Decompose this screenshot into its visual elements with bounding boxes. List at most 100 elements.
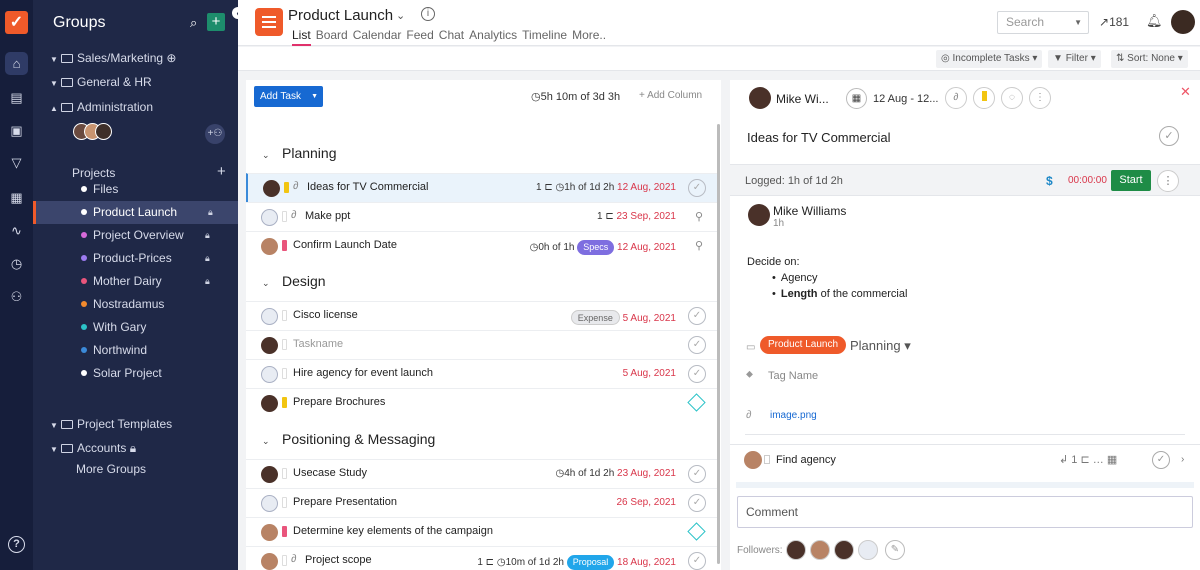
task-name[interactable]: Confirm Launch Date: [293, 239, 397, 251]
task-row[interactable]: ∂ Ideas for TV Commercial 1 ⊏ ◷1h of 1d 2h…: [246, 173, 718, 202]
subtask-name[interactable]: Find agency: [776, 454, 836, 466]
due-date[interactable]: 23 Sep, 2021: [617, 211, 677, 222]
bell-icon[interactable]: 🔔︎: [1146, 13, 1163, 29]
start-timer-button[interactable]: Start: [1111, 170, 1151, 191]
comment-input[interactable]: Comment: [737, 496, 1193, 528]
avatar[interactable]: [261, 366, 278, 383]
task-row[interactable]: Taskname ✓: [246, 330, 718, 359]
task-row[interactable]: Prepare Brochures: [246, 388, 718, 417]
link-icon[interactable]: ⚲: [695, 239, 703, 252]
task-row[interactable]: Confirm Launch Date ◷0h of 1h Specs 12 Au…: [246, 231, 718, 260]
priority-flag-icon[interactable]: [282, 240, 287, 251]
task-name[interactable]: Prepare Presentation: [293, 496, 397, 508]
sidebar-project-item[interactable]: Nostradamus: [33, 293, 238, 316]
group-members[interactable]: [73, 123, 112, 143]
priority-flag-icon[interactable]: [282, 468, 287, 479]
task-name[interactable]: Usecase Study: [293, 467, 367, 479]
subtask-row[interactable]: Find agency ↲ 1 ⊏ … ▦ ✓ ›: [730, 444, 1200, 474]
calendar-icon[interactable]: ▦: [1107, 454, 1117, 466]
task-name[interactable]: Project scope: [305, 554, 372, 566]
complete-check-icon[interactable]: ✓: [1152, 451, 1170, 469]
tab-analytics[interactable]: Analytics: [469, 28, 517, 42]
user-avatar[interactable]: [1171, 10, 1195, 34]
group-accounts[interactable]: ▼ Accounts 🔒︎: [50, 441, 136, 456]
sidebar-project-item[interactable]: Project Overview 🔒︎: [33, 224, 238, 247]
info-icon[interactable]: i: [421, 7, 435, 21]
sidebar-project-item[interactable]: Product Launch 🔒︎: [33, 201, 238, 224]
due-date[interactable]: 12 Aug, 2021: [617, 242, 676, 253]
priority-flag-icon[interactable]: [282, 397, 287, 408]
task-row[interactable]: Cisco license Expense 5 Aug, 2021 ✓: [246, 301, 718, 330]
activity-icon[interactable]: ∿: [5, 219, 28, 242]
close-icon[interactable]: ✕: [1180, 84, 1191, 100]
sidebar-project-item[interactable]: Solar Project: [33, 362, 238, 385]
attachment-link[interactable]: image.png: [770, 410, 817, 421]
avatar[interactable]: [261, 308, 278, 325]
avatar[interactable]: [261, 337, 278, 354]
project-badge[interactable]: Product Launch: [760, 336, 847, 354]
complete-check-icon[interactable]: ✓: [688, 179, 706, 197]
tab-more[interactable]: More..: [572, 28, 606, 42]
sidebar-project-item[interactable]: Product-Prices 🔒︎: [33, 247, 238, 270]
edit-followers-icon[interactable]: ✎: [885, 540, 905, 560]
priority-flag-icon[interactable]: [282, 211, 287, 222]
task-row[interactable]: Prepare Presentation 26 Sep, 2021 ✓: [246, 488, 718, 517]
milestone-icon[interactable]: [687, 393, 706, 412]
group-sales-marketing[interactable]: ▼ Sales/Marketing ⊕: [50, 51, 176, 65]
avatar[interactable]: [263, 180, 280, 197]
avatar[interactable]: [261, 395, 278, 412]
progress-icon[interactable]: ◌: [1001, 87, 1023, 109]
funnel-icon[interactable]: ▽: [5, 151, 28, 174]
tab-calendar[interactable]: Calendar: [353, 28, 402, 42]
task-name[interactable]: Hire agency for event launch: [293, 367, 433, 379]
chevron-right-icon[interactable]: ›: [1181, 454, 1184, 465]
task-tag[interactable]: Proposal: [566, 555, 615, 570]
assignee-name[interactable]: Mike Wi...: [776, 92, 829, 106]
complete-check-icon[interactable]: ✓: [688, 365, 706, 383]
task-description[interactable]: Decide on: Agency Length of the commerci…: [747, 254, 907, 302]
briefcase-icon[interactable]: ▣: [5, 119, 28, 142]
complete-check-icon[interactable]: ✓: [688, 552, 706, 570]
due-date[interactable]: 12 Aug - 12...: [873, 93, 938, 105]
task-row[interactable]: ∂ Make ppt 1 ⊏ 23 Sep, 2021 ⚲: [246, 202, 718, 231]
add-column-button[interactable]: + Add Column: [639, 90, 702, 101]
tab-board[interactable]: Board: [316, 28, 348, 42]
priority-flag-icon[interactable]: [282, 339, 287, 350]
priority-flag-icon[interactable]: [282, 497, 287, 508]
group-general-hr[interactable]: ▼ General & HR: [50, 75, 152, 89]
task-row[interactable]: Usecase Study ◷4h of 1d 2h 23 Aug, 2021 ✓: [246, 459, 718, 488]
task-name[interactable]: Determine key elements of the campaign: [293, 525, 493, 537]
list-icon[interactable]: [255, 8, 283, 36]
due-date[interactable]: 23 Aug, 2021: [617, 468, 676, 479]
link-icon[interactable]: ⚲: [695, 210, 703, 223]
add-group-button[interactable]: +: [207, 13, 225, 31]
help-icon[interactable]: ?: [8, 536, 25, 553]
complete-check-icon[interactable]: ✓: [1159, 126, 1179, 146]
avatar[interactable]: [261, 209, 278, 226]
list-scrollbar[interactable]: [717, 124, 720, 564]
section-header[interactable]: ⌄ Design: [246, 266, 718, 296]
task-row[interactable]: Determine key elements of the campaign: [246, 517, 718, 546]
clock-icon[interactable]: ◷: [5, 252, 28, 275]
chevron-down-icon[interactable]: ⌄: [262, 140, 282, 170]
sidebar-project-item[interactable]: Mother Dairy 🔒︎: [33, 270, 238, 293]
group-project-templates[interactable]: ▼ Project Templates: [50, 417, 172, 431]
task-tag[interactable]: Expense: [570, 310, 620, 325]
avatar[interactable]: [261, 553, 278, 570]
billable-icon[interactable]: $: [1046, 174, 1053, 188]
task-name[interactable]: Taskname: [293, 338, 343, 350]
more-options-icon[interactable]: ⋮: [1157, 170, 1179, 192]
task-tag[interactable]: Specs: [577, 240, 615, 255]
contacts-icon[interactable]: ▦: [5, 186, 28, 209]
tab-feed[interactable]: Feed: [406, 28, 433, 42]
due-date[interactable]: 5 Aug, 2021: [623, 368, 676, 379]
tab-list[interactable]: List: [292, 28, 311, 46]
complete-check-icon[interactable]: ✓: [688, 494, 706, 512]
due-date[interactable]: 12 Aug, 2021: [617, 182, 676, 193]
incomplete-tasks-filter[interactable]: ◎ Incomplete Tasks ▾: [936, 50, 1043, 68]
assignee-avatar[interactable]: [749, 87, 771, 109]
milestone-icon[interactable]: [687, 522, 706, 541]
people-icon[interactable]: ⚇: [5, 285, 28, 308]
more-groups-link[interactable]: More Groups: [76, 462, 146, 476]
sidebar-project-item[interactable]: Northwind: [33, 339, 238, 362]
